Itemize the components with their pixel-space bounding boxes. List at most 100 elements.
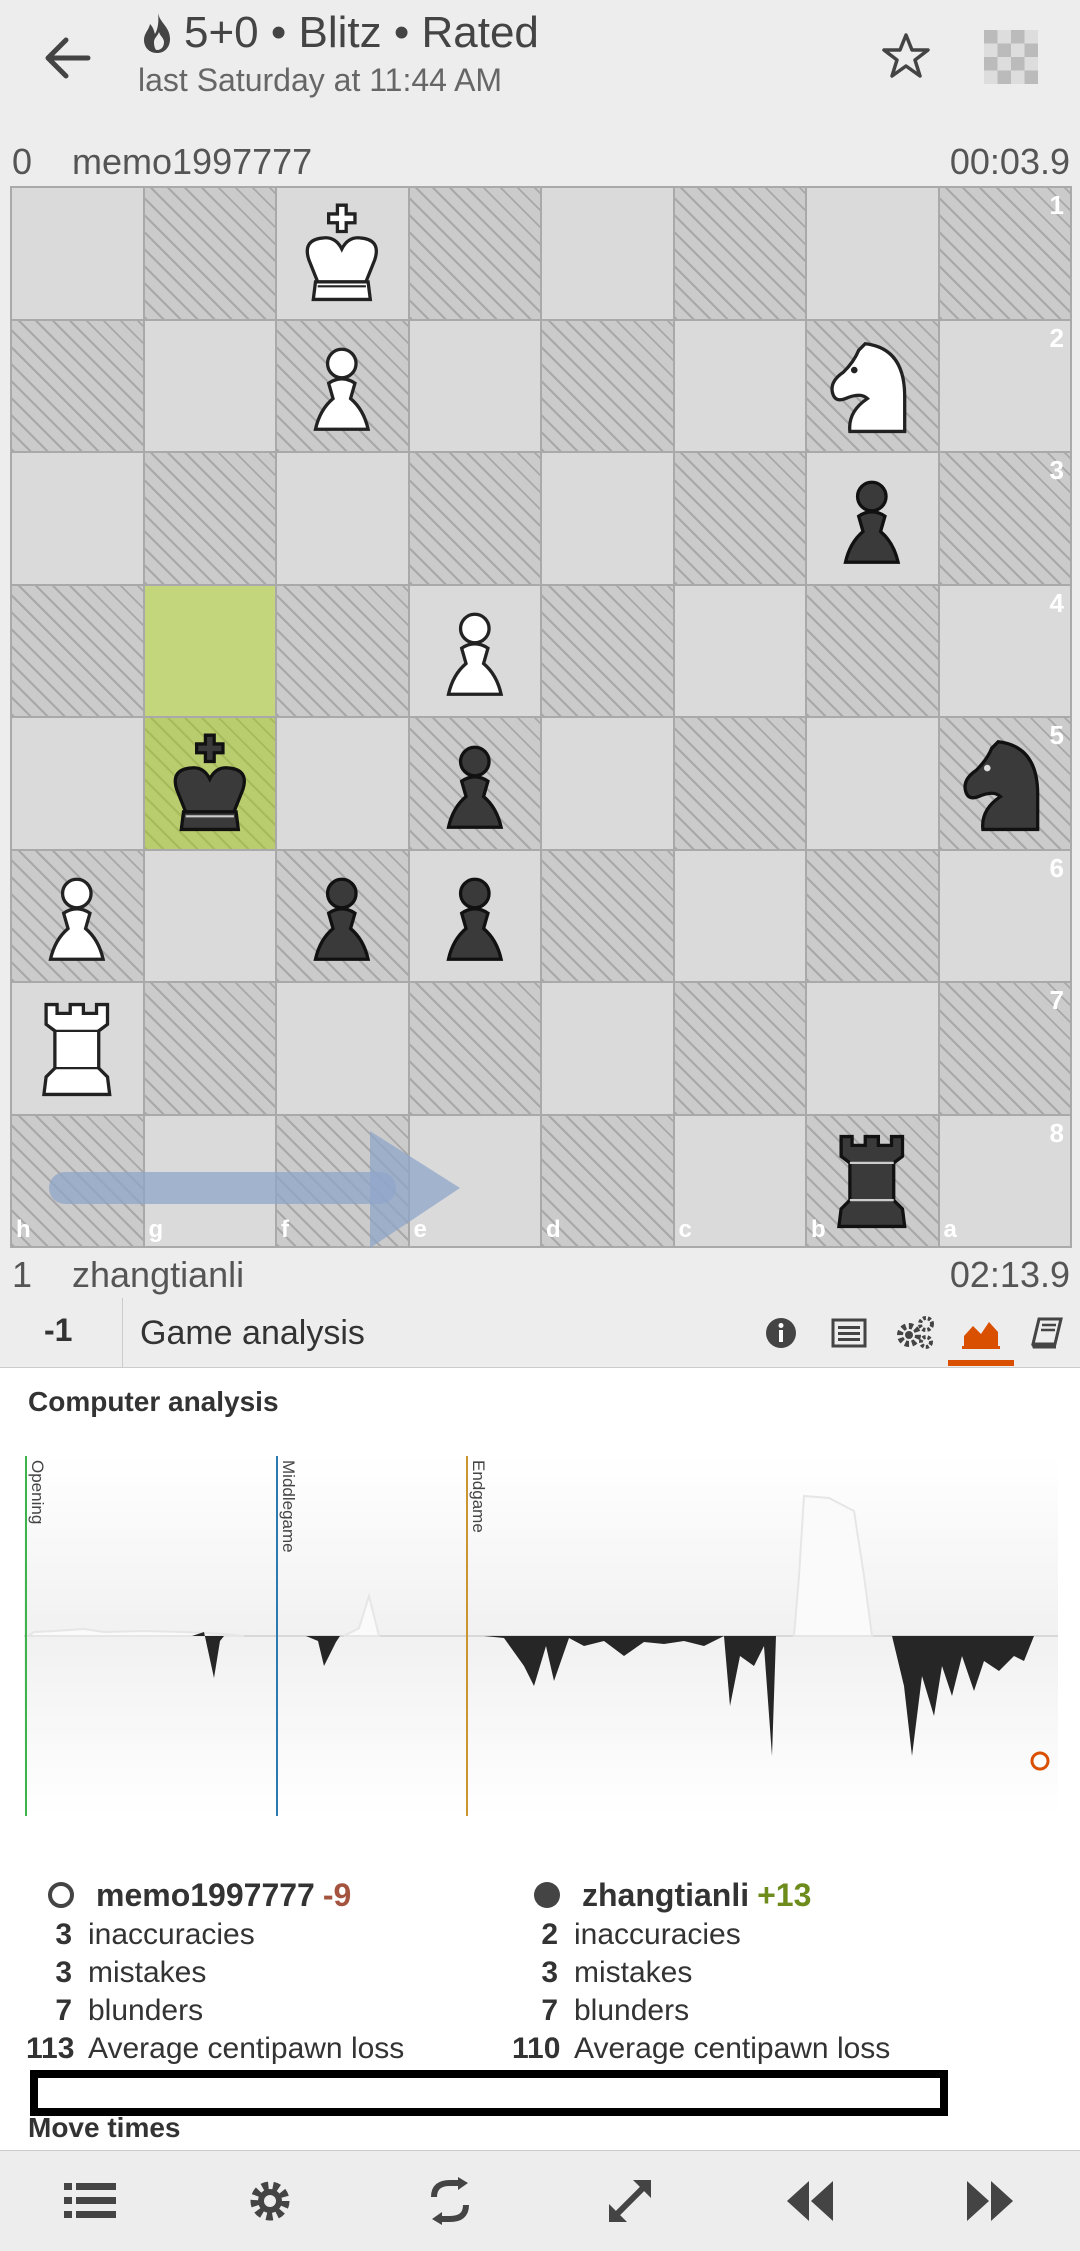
square-g3[interactable] xyxy=(143,452,276,585)
player-name[interactable]: memo1997777 xyxy=(72,141,312,183)
square-b8[interactable]: b xyxy=(806,1114,939,1247)
square-e3[interactable] xyxy=(408,452,541,585)
square-c1[interactable] xyxy=(673,187,806,320)
flip-board-icon[interactable] xyxy=(420,2171,480,2231)
square-h5[interactable] xyxy=(11,717,144,850)
square-a5[interactable]: 5 xyxy=(938,717,1071,850)
square-h3[interactable] xyxy=(11,452,144,585)
white-king-icon[interactable] xyxy=(287,196,397,311)
square-f5[interactable] xyxy=(276,717,409,850)
black-pawn-icon[interactable] xyxy=(817,461,927,576)
square-d3[interactable] xyxy=(541,452,674,585)
square-a3[interactable]: 3 xyxy=(938,452,1071,585)
square-d6[interactable] xyxy=(541,849,674,982)
expand-icon[interactable] xyxy=(600,2171,660,2231)
info-icon[interactable] xyxy=(758,1310,804,1356)
square-c3[interactable] xyxy=(673,452,806,585)
white-knight-icon[interactable] xyxy=(817,328,927,443)
square-e6[interactable] xyxy=(408,849,541,982)
square-d4[interactable] xyxy=(541,584,674,717)
square-g7[interactable] xyxy=(143,982,276,1115)
square-f7[interactable] xyxy=(276,982,409,1115)
square-a1[interactable]: 1 xyxy=(938,187,1071,320)
square-h2[interactable] xyxy=(11,319,144,452)
square-b6[interactable] xyxy=(806,849,939,982)
square-d8[interactable]: d xyxy=(541,1114,674,1247)
black-rook-icon[interactable] xyxy=(817,1123,927,1238)
square-f4[interactable] xyxy=(276,584,409,717)
file-label: f xyxy=(281,1216,289,1243)
menu-list-icon[interactable] xyxy=(60,2171,120,2231)
fast-forward-icon[interactable] xyxy=(960,2171,1020,2231)
black-pawn-icon[interactable] xyxy=(420,858,530,973)
square-c6[interactable] xyxy=(673,849,806,982)
chess-board[interactable]: 1 2 3 4 5 6 7 h g f e d c b 8 a xyxy=(10,186,1072,1248)
square-d1[interactable] xyxy=(541,187,674,320)
square-g2[interactable] xyxy=(143,319,276,452)
square-c4[interactable] xyxy=(673,584,806,717)
square-a2[interactable]: 2 xyxy=(938,319,1071,452)
back-arrow-icon[interactable] xyxy=(38,28,98,88)
square-b5[interactable] xyxy=(806,717,939,850)
square-d2[interactable] xyxy=(541,319,674,452)
square-d5[interactable] xyxy=(541,717,674,850)
square-e2[interactable] xyxy=(408,319,541,452)
square-e7[interactable] xyxy=(408,982,541,1115)
square-h6[interactable] xyxy=(11,849,144,982)
player-name[interactable]: memo1997777 xyxy=(96,1877,315,1914)
advantage-chart[interactable]: Opening Middlegame Endgame xyxy=(24,1456,1058,1816)
square-h1[interactable] xyxy=(11,187,144,320)
square-h8[interactable]: h xyxy=(11,1114,144,1247)
move-times-title: Move times xyxy=(28,2112,181,2143)
player-name[interactable]: zhangtianli xyxy=(72,1254,244,1296)
black-king-icon[interactable] xyxy=(155,726,265,841)
square-g8[interactable]: g xyxy=(143,1114,276,1247)
square-h4[interactable] xyxy=(11,584,144,717)
rating-diff: 1 xyxy=(12,1254,33,1295)
square-a4[interactable]: 4 xyxy=(938,584,1071,717)
black-knight-icon[interactable] xyxy=(950,726,1060,841)
settings-gear-icon[interactable] xyxy=(240,2171,300,2231)
square-g4[interactable] xyxy=(143,584,276,717)
star-icon[interactable] xyxy=(876,26,936,86)
white-rook-icon[interactable] xyxy=(22,991,132,1106)
square-g1[interactable] xyxy=(143,187,276,320)
player-name[interactable]: zhangtianli xyxy=(582,1877,749,1914)
square-c2[interactable] xyxy=(673,319,806,452)
square-a6[interactable]: 6 xyxy=(938,849,1071,982)
settings-gears-icon[interactable] xyxy=(892,1310,938,1356)
square-e1[interactable] xyxy=(408,187,541,320)
book-icon[interactable] xyxy=(1024,1310,1070,1356)
square-f8[interactable]: f xyxy=(276,1114,409,1247)
square-b1[interactable] xyxy=(806,187,939,320)
square-b7[interactable] xyxy=(806,982,939,1115)
square-g5[interactable] xyxy=(143,717,276,850)
white-pawn-icon[interactable] xyxy=(420,593,530,708)
square-e8[interactable]: e xyxy=(408,1114,541,1247)
square-b2[interactable] xyxy=(806,319,939,452)
chart-icon[interactable] xyxy=(958,1310,1004,1356)
square-f6[interactable] xyxy=(276,849,409,982)
square-b3[interactable] xyxy=(806,452,939,585)
square-c7[interactable] xyxy=(673,982,806,1115)
black-pawn-icon[interactable] xyxy=(287,858,397,973)
square-f2[interactable] xyxy=(276,319,409,452)
square-e4[interactable] xyxy=(408,584,541,717)
square-f1[interactable] xyxy=(276,187,409,320)
white-pawn-icon[interactable] xyxy=(287,328,397,443)
square-a7[interactable]: 7 xyxy=(938,982,1071,1115)
black-pawn-icon[interactable] xyxy=(420,726,530,841)
notes-icon[interactable] xyxy=(826,1310,872,1356)
square-b4[interactable] xyxy=(806,584,939,717)
square-a8[interactable]: 8a xyxy=(938,1114,1071,1247)
white-pawn-icon[interactable] xyxy=(22,858,132,973)
rewind-icon[interactable] xyxy=(780,2171,840,2231)
square-c5[interactable] xyxy=(673,717,806,850)
square-e5[interactable] xyxy=(408,717,541,850)
square-d7[interactable] xyxy=(541,982,674,1115)
square-c8[interactable]: c xyxy=(673,1114,806,1247)
square-h7[interactable] xyxy=(11,982,144,1115)
board-thumbnail-icon[interactable] xyxy=(984,30,1038,84)
square-f3[interactable] xyxy=(276,452,409,585)
square-g6[interactable] xyxy=(143,849,276,982)
